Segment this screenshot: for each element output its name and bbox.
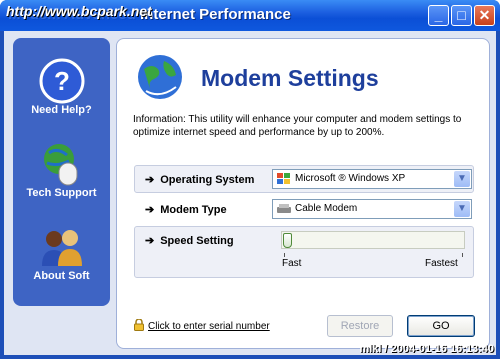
maximize-icon: □ [457,7,466,23]
speed-min-label: Fast [282,258,302,269]
svg-text:?: ? [54,66,70,96]
main-panel: Modem Settings Information: This utility… [116,38,490,349]
speed-setting-row: ➔ Speed Setting Fast Fastest [134,226,474,278]
modem-type-select[interactable]: Cable Modem ▼ [272,199,472,219]
globe-icon [138,55,182,99]
windows-logo-icon [277,173,290,184]
watermark-url: http://www.bcpark.net [6,3,152,19]
maximize-button[interactable]: □ [451,5,472,26]
speed-setting-label: ➔ Speed Setting [145,235,234,247]
operating-system-row: ➔ Operating System Microsoft ® Windows XP… [134,165,474,193]
info-text: Information: This utility will enhance y… [133,114,462,138]
serial-number-link[interactable]: Click to enter serial number [134,319,270,332]
go-button[interactable]: GO [407,315,475,337]
sidebar-item-label: Need Help? [31,104,92,116]
chevron-down-icon[interactable]: ▼ [454,171,470,187]
operating-system-label: ➔ Operating System [145,174,255,186]
speed-slider-thumb[interactable] [283,233,292,248]
modem-device-icon [277,204,291,213]
sidebar-item-label: Tech Support [26,187,97,199]
title-bar[interactable]: Modem Advanced Internet Performance http… [0,0,500,31]
close-button[interactable]: ✕ [474,5,495,26]
app-window: Modem Advanced Internet Performance http… [0,0,500,359]
sidebar: ? Need Help? Tech Support About Soft [13,38,110,306]
tech-support-mouse-icon [43,144,77,186]
arrow-right-icon: ➔ [145,204,155,216]
arrow-right-icon: ➔ [145,174,155,186]
tick-mark [284,253,285,257]
restore-button[interactable]: Restore [327,315,393,337]
watermark-footer: mlkl / 2004-01-16 16:13:40 [359,343,494,355]
operating-system-value: Microsoft ® Windows XP [295,173,406,184]
tick-mark [462,253,463,257]
speed-slider-track[interactable] [281,231,465,249]
help-question-icon: ? [39,58,84,104]
client-area: ? Need Help? Tech Support About Soft Mod… [4,31,496,355]
minimize-icon: _ [434,7,443,23]
chevron-down-icon[interactable]: ▼ [454,201,470,217]
page-title: Modem Settings [201,65,379,91]
people-icon [41,230,82,266]
minimize-button[interactable]: _ [428,5,449,26]
modem-type-value: Cable Modem [295,203,358,214]
modem-type-label: ➔ Modem Type [145,204,227,216]
lock-icon [134,319,144,331]
operating-system-select[interactable]: Microsoft ® Windows XP ▼ [272,169,472,189]
sidebar-item-need-help[interactable]: ? Need Help? [13,58,110,116]
sidebar-item-label: About Soft [33,270,90,282]
sidebar-item-about-soft[interactable]: About Soft [13,224,110,282]
arrow-right-icon: ➔ [145,235,155,247]
modem-type-row: ➔ Modem Type Cable Modem ▼ [134,195,474,223]
speed-max-label: Fastest [425,258,458,269]
sidebar-item-tech-support[interactable]: Tech Support [13,141,110,199]
close-icon: ✕ [478,7,491,23]
